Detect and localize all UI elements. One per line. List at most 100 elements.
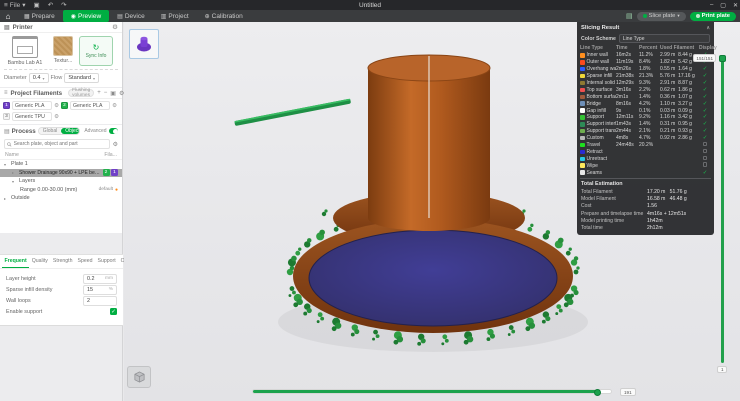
settings-tab[interactable]: Quality	[29, 255, 50, 268]
display-toggle[interactable]: ✓	[699, 87, 711, 93]
display-toggle[interactable]: ✓	[699, 94, 711, 100]
display-toggle[interactable]: ✓	[699, 114, 711, 120]
color-scheme-select[interactable]: Line Type	[619, 34, 710, 43]
setting-input[interactable]: 2	[83, 296, 117, 306]
layer-slider[interactable]	[721, 58, 724, 363]
close-button[interactable]: ✕	[733, 2, 738, 9]
tree-row-plate[interactable]: ▾ Plate 1	[0, 160, 122, 169]
main-tab[interactable]: ▦ Prepare	[16, 10, 63, 22]
tri-down-icon: ▾	[12, 179, 17, 184]
tree-settings-icon[interactable]: ⚙	[113, 141, 118, 148]
maximize-button[interactable]: ▢	[720, 2, 726, 9]
display-toggle[interactable]: ✓	[699, 66, 711, 72]
display-toggle[interactable]: ✓	[699, 101, 711, 107]
setting-input[interactable]: 15 %	[83, 285, 117, 295]
display-toggle[interactable]: ✓	[699, 121, 711, 127]
slice-plate-button[interactable]: Slice plate ▾	[637, 12, 686, 21]
display-toggle[interactable]	[699, 156, 711, 163]
tab-label: Device	[125, 13, 145, 20]
add-filament-button[interactable]: +	[97, 90, 101, 96]
redo-button[interactable]: ↷	[57, 1, 70, 9]
line-type-percent: 1.8%	[639, 66, 660, 72]
main-tab[interactable]: ⊕ Calibration	[197, 10, 251, 22]
save-button[interactable]: ▣	[30, 1, 44, 9]
main-tab[interactable]: ▥ Project	[153, 10, 197, 22]
line-type-swatch	[580, 74, 585, 79]
scope-objects[interactable]: Objects	[61, 128, 80, 134]
display-toggle[interactable]: ✓	[699, 128, 711, 134]
tree-row-outside[interactable]: ▸ Outside	[0, 194, 122, 203]
file-menu[interactable]: ≡ File ▾	[0, 1, 30, 9]
filament-item[interactable]: 3 Generic TPU ⚙	[3, 112, 59, 121]
settings-tab[interactable]: Frequent	[2, 255, 29, 268]
printer-preset[interactable]: Bambu Lab A1	[3, 36, 47, 66]
line-type-swatch	[580, 53, 585, 58]
display-toggle[interactable]: ✓	[699, 80, 711, 86]
tree-row-layers[interactable]: ▾ Layers	[0, 177, 122, 186]
printer-settings-icon[interactable]: ⚙	[112, 23, 118, 31]
advanced-toggle[interactable]	[109, 128, 118, 134]
slicer-settings-icon[interactable]: ▤	[626, 12, 633, 20]
copy-icon[interactable]: ▣	[110, 90, 116, 97]
setting-input[interactable]: 0.2 mm	[83, 274, 117, 284]
display-toggle[interactable]: ✓	[699, 135, 711, 141]
build-plate-preset[interactable]: Textur...	[50, 36, 76, 64]
line-type-row: Bridge 8m16s 4.2% 1.10 m 3.27 g ✓	[580, 100, 711, 107]
sync-info-label: Sync Info	[86, 53, 107, 59]
line-type-name: Support	[587, 114, 605, 120]
filament-item[interactable]: 1 Generic PLA ⚙	[3, 101, 59, 110]
minimize-button[interactable]: –	[710, 2, 713, 8]
print-plate-label: Print plate	[702, 13, 730, 19]
collapse-icon[interactable]: ∧	[706, 25, 710, 31]
scope-global[interactable]: Global	[39, 128, 61, 134]
line-type-row: Bottom surface 2m1s 1.4% 0.36 m 1.07 g ✓	[580, 93, 711, 100]
tab-label: Calibration	[212, 13, 243, 20]
display-toggle[interactable]	[699, 162, 711, 169]
display-toggle[interactable]: ✓	[699, 73, 711, 79]
diameter-select[interactable]: 0.4 ▾	[29, 73, 49, 83]
home-icon[interactable]: ⌂	[0, 12, 16, 21]
main-tab[interactable]: ◉ Preview	[63, 10, 109, 22]
remove-filament-button[interactable]: −	[104, 90, 108, 96]
settings-tab[interactable]: Strength	[50, 255, 75, 268]
line-type-percent: 11.2%	[639, 52, 660, 58]
line-type-row: Gap infill 9s 0.1% 0.03 m 0.09 g ✓	[580, 107, 711, 114]
header-percent: Percent	[639, 45, 660, 51]
filament-gear-icon[interactable]: ⚙	[54, 103, 59, 109]
chevron-down-icon: ▾	[93, 76, 95, 81]
line-type-filament: 2.91 m 8.87 g	[660, 80, 699, 86]
filament-item[interactable]: 2 Generic PLA ⚙	[61, 101, 117, 110]
settings-tab[interactable]: Speed	[75, 255, 95, 268]
process-scope-toggle: Global Objects	[38, 127, 81, 135]
display-checkbox-icon	[703, 142, 708, 147]
tab-label: Prepare	[32, 13, 55, 20]
window-title: Untitled	[0, 2, 740, 9]
flushing-volumes-button[interactable]: Flushing volumes	[68, 89, 94, 97]
tree-row-object[interactable]: ▸ Shower Drainage 90x90 + LPE bearing (w…	[0, 169, 122, 178]
print-plate-button[interactable]: Print plate	[690, 12, 736, 21]
plate-thumbnail[interactable]	[129, 29, 159, 59]
display-toggle[interactable]: ✓	[699, 170, 711, 176]
undo-button[interactable]: ↶	[44, 1, 57, 9]
main-tab[interactable]: ▤ Device	[109, 10, 153, 22]
settings-tab[interactable]: Support	[95, 255, 118, 268]
display-toggle[interactable]	[699, 142, 711, 149]
plate-thumbnail-model	[133, 33, 155, 55]
view-cube[interactable]	[127, 366, 151, 388]
viewport-3d[interactable]: Slicing Result ∧ Color Scheme Line Type …	[124, 22, 740, 401]
search-input[interactable]	[14, 141, 107, 147]
layer-slider-knob[interactable]	[719, 55, 726, 62]
tree-row-range[interactable]: Range 0.00-30.00 (mm) default ●	[0, 186, 122, 195]
sync-info-button[interactable]: ↻ Sync Info	[79, 36, 113, 66]
move-slider-knob[interactable]	[594, 389, 601, 396]
filament-name: Generic TPU	[12, 112, 52, 121]
display-toggle[interactable]: ✓	[699, 108, 711, 114]
flow-label: Flow	[51, 75, 63, 81]
setting-checkbox[interactable]: ✓	[110, 308, 117, 315]
move-slider[interactable]	[252, 389, 612, 394]
flow-select[interactable]: Standard ▾	[64, 73, 99, 83]
filament-gear-icon[interactable]: ⚙	[112, 103, 117, 109]
display-toggle[interactable]	[699, 149, 711, 156]
filament-gear-icon[interactable]: ⚙	[54, 114, 59, 120]
divider	[580, 178, 711, 179]
